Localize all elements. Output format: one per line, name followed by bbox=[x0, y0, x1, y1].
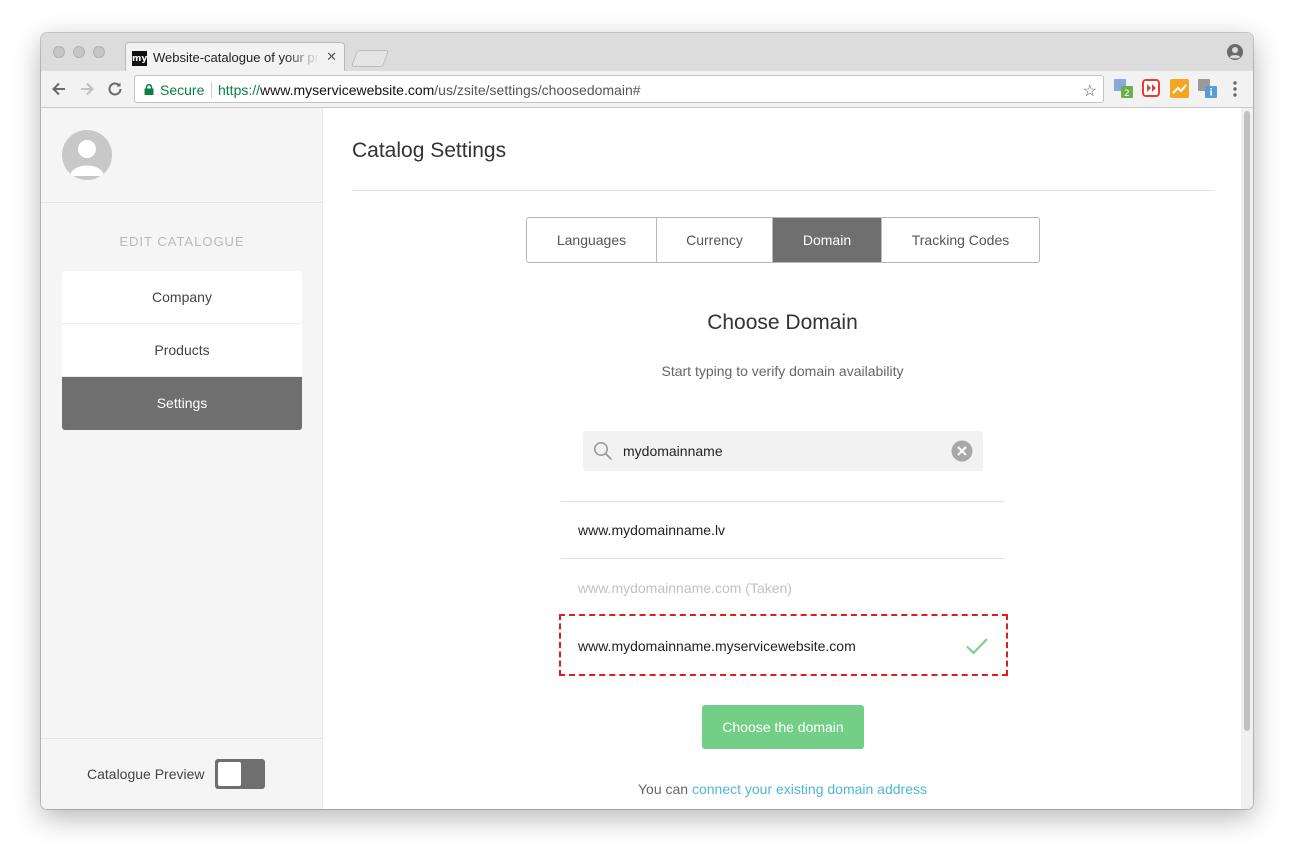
sidebar-item-company[interactable]: Company bbox=[62, 271, 302, 324]
tab-domain[interactable]: Domain bbox=[773, 218, 882, 262]
url-text[interactable]: https://www.myservicewebsite.com/us/zsit… bbox=[218, 82, 641, 98]
catalogue-preview-toggle[interactable] bbox=[215, 759, 265, 789]
sidebar: EDIT CATALOGUE Company Products Settings… bbox=[41, 108, 323, 809]
edit-catalogue-label: EDIT CATALOGUE bbox=[119, 234, 245, 249]
browser-toolbar: Secure https://www.myservicewebsite.com/… bbox=[41, 71, 1253, 108]
url-protocol: https:// bbox=[218, 82, 261, 98]
tab-tracking-codes[interactable]: Tracking Codes bbox=[882, 218, 1039, 262]
page-content: EDIT CATALOGUE Company Products Settings… bbox=[41, 108, 1253, 809]
site-favicon: my bbox=[132, 51, 147, 66]
media-extension-icon[interactable] bbox=[1142, 79, 1161, 98]
sidebar-divider bbox=[41, 202, 323, 203]
results-divider bbox=[561, 558, 1004, 559]
domain-search-box bbox=[583, 431, 983, 471]
address-bar[interactable]: Secure https://www.myservicewebsite.com/… bbox=[134, 75, 1104, 103]
checkmark-icon bbox=[966, 638, 988, 655]
browser-menu-icon[interactable] bbox=[1227, 78, 1243, 100]
close-window-icon[interactable] bbox=[53, 46, 65, 58]
forward-arrow-icon[interactable] bbox=[77, 79, 97, 99]
choose-domain-heading: Choose Domain bbox=[707, 311, 858, 334]
tab-languages[interactable]: Languages bbox=[527, 218, 657, 262]
domain-search-input[interactable] bbox=[623, 440, 933, 462]
sidebar-item-products[interactable]: Products bbox=[62, 324, 302, 377]
browser-window: my Website-catalogue of your product ✕ bbox=[41, 33, 1253, 809]
scrollbar-thumb[interactable] bbox=[1244, 111, 1250, 731]
toggle-knob bbox=[218, 762, 241, 786]
minimize-window-icon[interactable] bbox=[73, 46, 85, 58]
tab-strip: my Website-catalogue of your product ✕ bbox=[41, 33, 1253, 71]
sidebar-item-settings[interactable]: Settings bbox=[62, 377, 302, 430]
analytics-extension-icon[interactable] bbox=[1170, 79, 1189, 98]
url-path: /us/zsite/settings/choosedomain# bbox=[434, 82, 641, 98]
tab-close-icon[interactable]: ✕ bbox=[326, 49, 337, 65]
catalogue-preview-label: Catalogue Preview bbox=[87, 766, 205, 782]
page-title: Catalog Settings bbox=[352, 139, 507, 162]
sidebar-menu: Company Products Settings bbox=[62, 271, 302, 430]
user-icon bbox=[70, 140, 104, 176]
profile-icon[interactable] bbox=[1227, 44, 1243, 60]
settings-tabs: Languages Currency Domain Tracking Codes bbox=[526, 217, 1040, 263]
connect-prefix: You can bbox=[637, 781, 689, 797]
svg-text:2: 2 bbox=[1124, 89, 1130, 98]
clear-search-icon[interactable] bbox=[951, 440, 973, 462]
search-icon bbox=[594, 442, 613, 461]
url-host: www.myservicewebsite.com bbox=[260, 82, 435, 98]
lock-icon bbox=[144, 84, 154, 95]
domain-result-lv[interactable]: www.mydomainname.lv bbox=[578, 522, 725, 538]
reload-icon[interactable] bbox=[105, 79, 125, 99]
domain-result-subdomain[interactable]: www.mydomainname.myservicewebsite.com bbox=[578, 638, 856, 654]
address-divider bbox=[211, 82, 212, 98]
connect-domain-text: You can connect your existing domain add… bbox=[324, 781, 1241, 797]
choose-domain-button[interactable]: Choose the domain bbox=[702, 705, 864, 749]
tab-currency[interactable]: Currency bbox=[657, 218, 773, 262]
back-arrow-icon[interactable] bbox=[49, 79, 69, 99]
browser-tab[interactable]: my Website-catalogue of your product ✕ bbox=[125, 42, 345, 71]
maximize-window-icon[interactable] bbox=[93, 46, 105, 58]
domain-hint-text: Start typing to verify domain availabili… bbox=[661, 363, 904, 379]
new-tab-button[interactable] bbox=[350, 50, 390, 67]
tab-title: Website-catalogue of your product bbox=[153, 50, 319, 65]
info-extension-icon[interactable] bbox=[1198, 79, 1217, 98]
main-panel: Catalog Settings Languages Currency Doma… bbox=[324, 108, 1241, 809]
bookmark-star-icon[interactable]: ☆ bbox=[1083, 81, 1097, 101]
page-scrollbar[interactable] bbox=[1241, 108, 1253, 809]
sidebar-bottom-divider bbox=[41, 738, 323, 739]
user-avatar[interactable] bbox=[62, 130, 112, 180]
title-divider bbox=[352, 190, 1214, 191]
results-divider bbox=[561, 501, 1004, 502]
domain-result-com-taken: www.mydomainname.com (Taken) bbox=[578, 580, 792, 596]
connect-existing-domain-link[interactable]: connect your existing domain address bbox=[692, 781, 927, 797]
translate-extension-icon[interactable]: 2 bbox=[1114, 79, 1133, 98]
secure-label: Secure bbox=[160, 82, 205, 98]
